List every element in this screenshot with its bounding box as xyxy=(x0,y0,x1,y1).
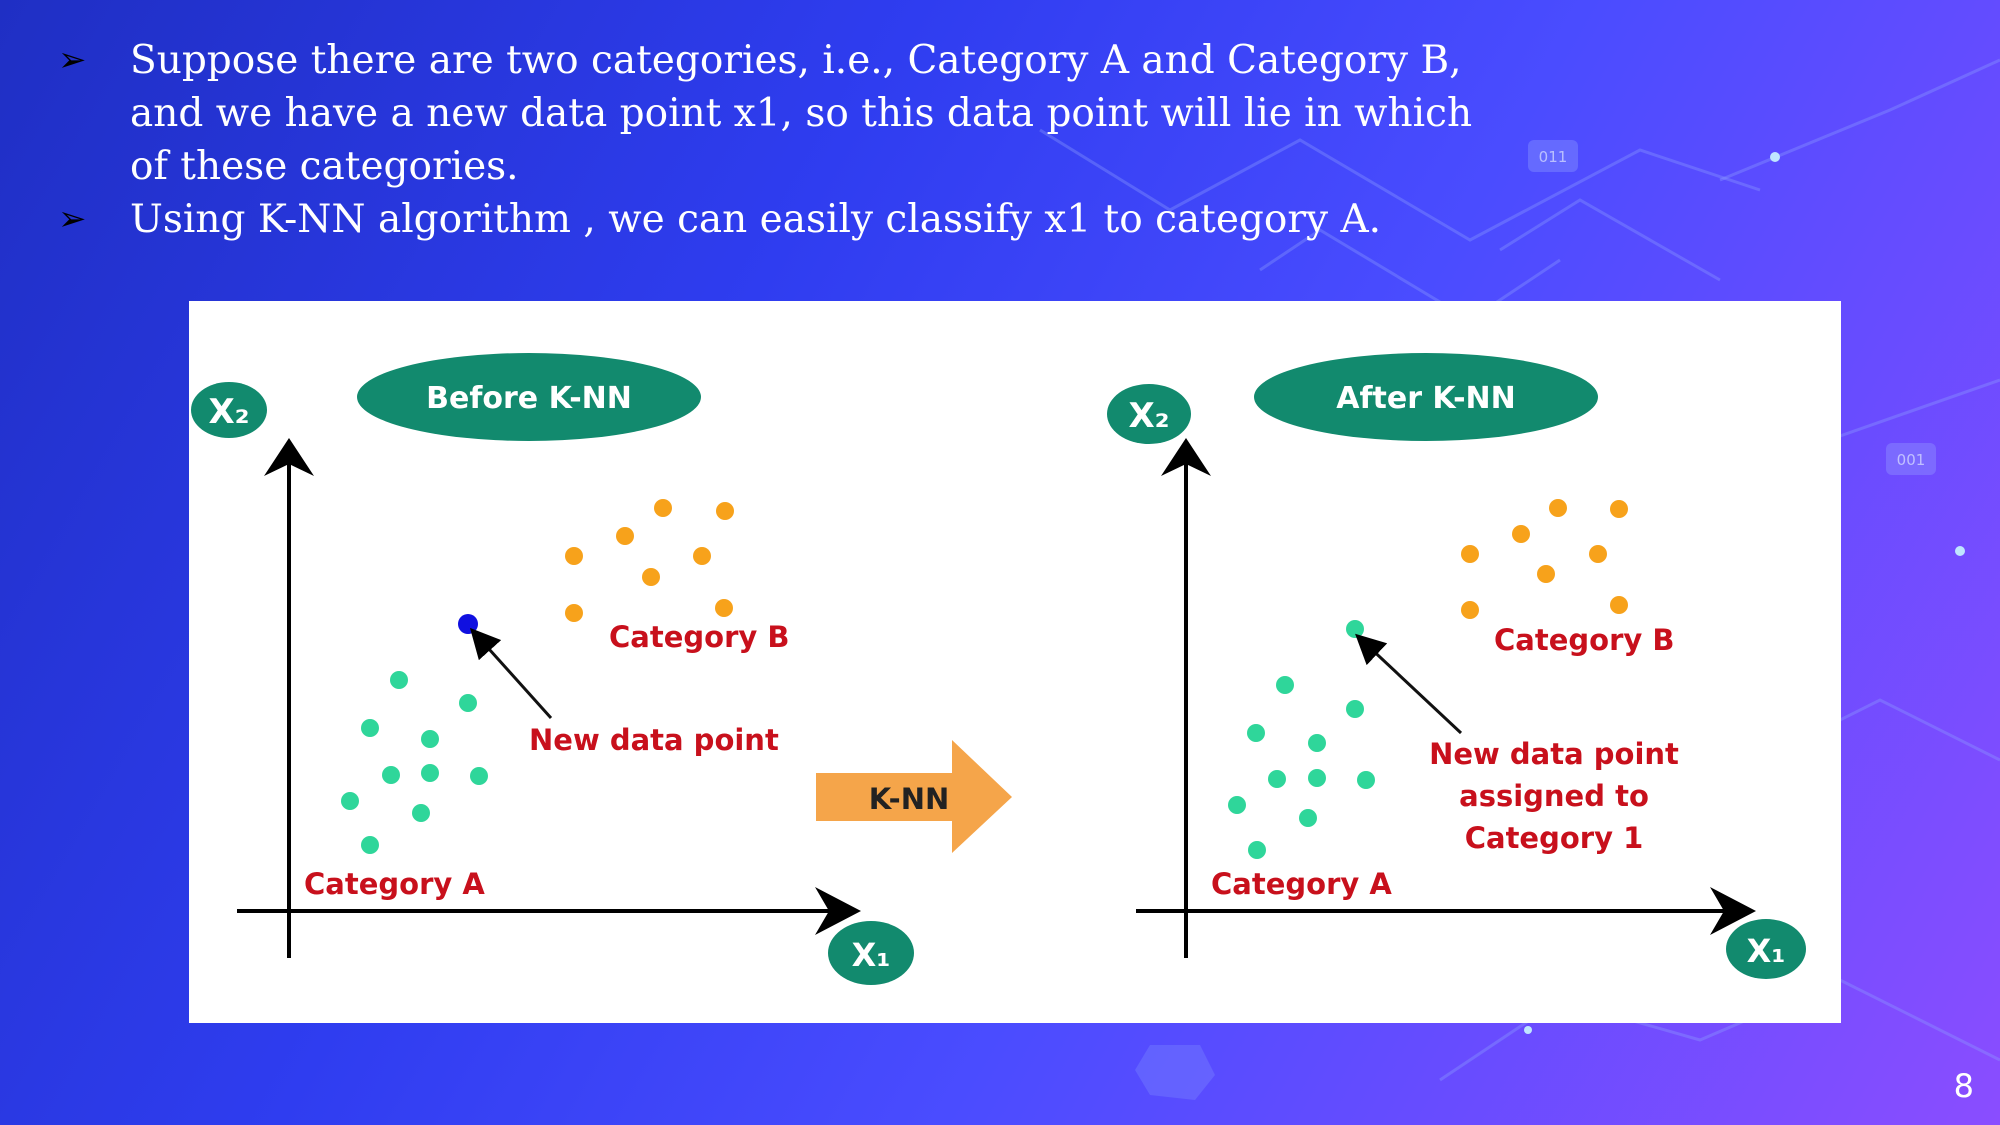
y-axis-label: X₂ xyxy=(1128,396,1169,436)
category-b-point xyxy=(693,547,711,565)
category-a-points xyxy=(1228,676,1375,859)
badge-011: 011 xyxy=(1539,148,1568,166)
knn-diagram-panel: X₂ Before K-NN X₁ Category A Category B … xyxy=(189,301,1841,1023)
category-a-point xyxy=(421,730,439,748)
category-a-point xyxy=(1276,676,1294,694)
category-a-point xyxy=(1268,770,1286,788)
assigned-point-pointer-arrow xyxy=(1355,633,1463,735)
category-b-point xyxy=(565,604,583,622)
bullet-text: Using K-NN algorithm , we can easily cla… xyxy=(130,193,1538,246)
arrowhead-bullet-icon: ➢ xyxy=(58,199,87,239)
category-a-point xyxy=(361,836,379,854)
category-a-point xyxy=(421,764,439,782)
category-b-point xyxy=(1461,545,1479,563)
category-b-point xyxy=(1537,565,1555,583)
knn-transition-arrow: K-NN xyxy=(816,740,1012,853)
category-b-points xyxy=(1461,499,1628,619)
category-b-label: Category B xyxy=(609,620,789,654)
category-b-point xyxy=(616,527,634,545)
category-b-label: Category B xyxy=(1494,623,1674,657)
category-a-point xyxy=(1308,769,1326,787)
x-axis-label: X₁ xyxy=(852,936,891,974)
category-a-point xyxy=(470,767,488,785)
arrowhead-bullet-icon: ➢ xyxy=(58,40,87,80)
assigned-point-label-line: Category 1 xyxy=(1465,821,1644,855)
category-b-point xyxy=(715,599,733,617)
category-a-point xyxy=(459,694,477,712)
category-a-point xyxy=(1308,734,1326,752)
bullet-line: of these categories. xyxy=(130,144,519,189)
bullet-line: Using K-NN algorithm , we can easily cla… xyxy=(130,197,1382,242)
assigned-data-point xyxy=(1346,620,1364,638)
knn-arrow-label: K-NN xyxy=(869,782,950,816)
category-a-points xyxy=(341,671,488,854)
badge-001: 001 xyxy=(1897,451,1926,469)
bullet-line: and we have a new data point x1, so this… xyxy=(130,91,1473,136)
category-b-point xyxy=(1589,545,1607,563)
category-a-point xyxy=(1299,809,1317,827)
bullet-item: ➢ Using K-NN algorithm , we can easily c… xyxy=(58,193,1538,246)
before-panel: X₂ Before K-NN X₁ Category A Category B … xyxy=(191,353,914,985)
bullet-item: ➢ Suppose there are two categories, i.e.… xyxy=(58,34,1538,193)
category-a-point xyxy=(390,671,408,689)
category-a-point xyxy=(1248,841,1266,859)
category-a-point xyxy=(1346,700,1364,718)
category-b-point xyxy=(1610,596,1628,614)
category-b-point xyxy=(642,568,660,586)
category-b-point xyxy=(1549,499,1567,517)
category-b-point xyxy=(654,499,672,517)
assigned-point-label-line: New data point xyxy=(1429,737,1679,771)
assigned-point-label-line: assigned to xyxy=(1459,779,1649,813)
knn-diagram: X₂ Before K-NN X₁ Category A Category B … xyxy=(191,353,1806,985)
new-point-label: New data point xyxy=(529,723,779,757)
category-a-point xyxy=(341,792,359,810)
after-panel: X₂ After K-NN X₁ Category A Category B N… xyxy=(1107,353,1806,979)
category-a-point xyxy=(382,766,400,784)
category-a-label: Category A xyxy=(304,867,485,901)
new-data-point xyxy=(458,614,478,634)
category-a-point xyxy=(412,804,430,822)
after-title: After K-NN xyxy=(1336,381,1516,416)
category-b-point xyxy=(1461,601,1479,619)
bullet-line: Suppose there are two categories, i.e., … xyxy=(130,38,1462,83)
category-b-point xyxy=(565,547,583,565)
bullet-text: Suppose there are two categories, i.e., … xyxy=(130,34,1538,193)
category-b-point xyxy=(1610,500,1628,518)
category-a-point xyxy=(1357,771,1375,789)
category-b-point xyxy=(716,502,734,520)
before-title: Before K-NN xyxy=(426,381,632,416)
category-a-point xyxy=(361,719,379,737)
y-axis-label: X₂ xyxy=(208,392,249,432)
page-number: 8 xyxy=(1953,1067,1974,1105)
category-a-label: Category A xyxy=(1211,867,1392,901)
bullet-list: ➢ Suppose there are two categories, i.e.… xyxy=(58,34,1538,246)
x-axis-label: X₁ xyxy=(1747,932,1786,970)
category-b-point xyxy=(1512,525,1530,543)
category-b-points xyxy=(565,499,734,622)
category-a-point xyxy=(1228,796,1246,814)
category-a-point xyxy=(1247,724,1265,742)
new-point-pointer-arrow xyxy=(469,627,553,720)
